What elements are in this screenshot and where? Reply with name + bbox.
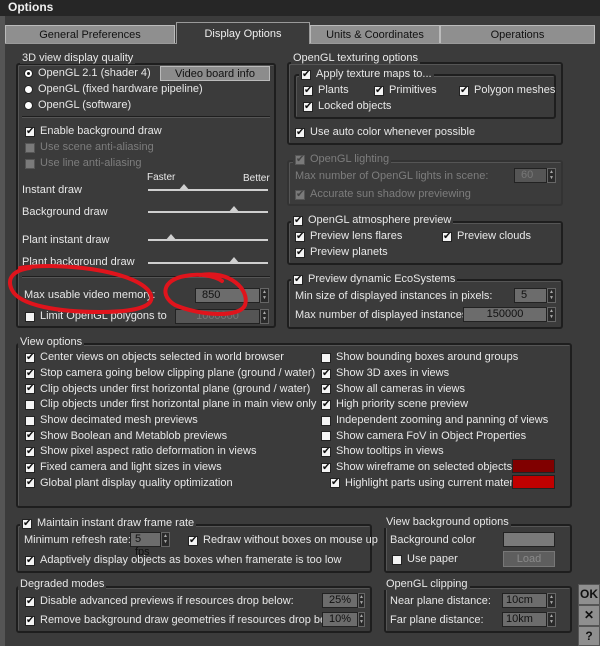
annotation-circle-memory-value: [163, 272, 248, 316]
red-annotation-circles: [8, 264, 248, 316]
annotation-circle-memory-label: [8, 264, 154, 315]
